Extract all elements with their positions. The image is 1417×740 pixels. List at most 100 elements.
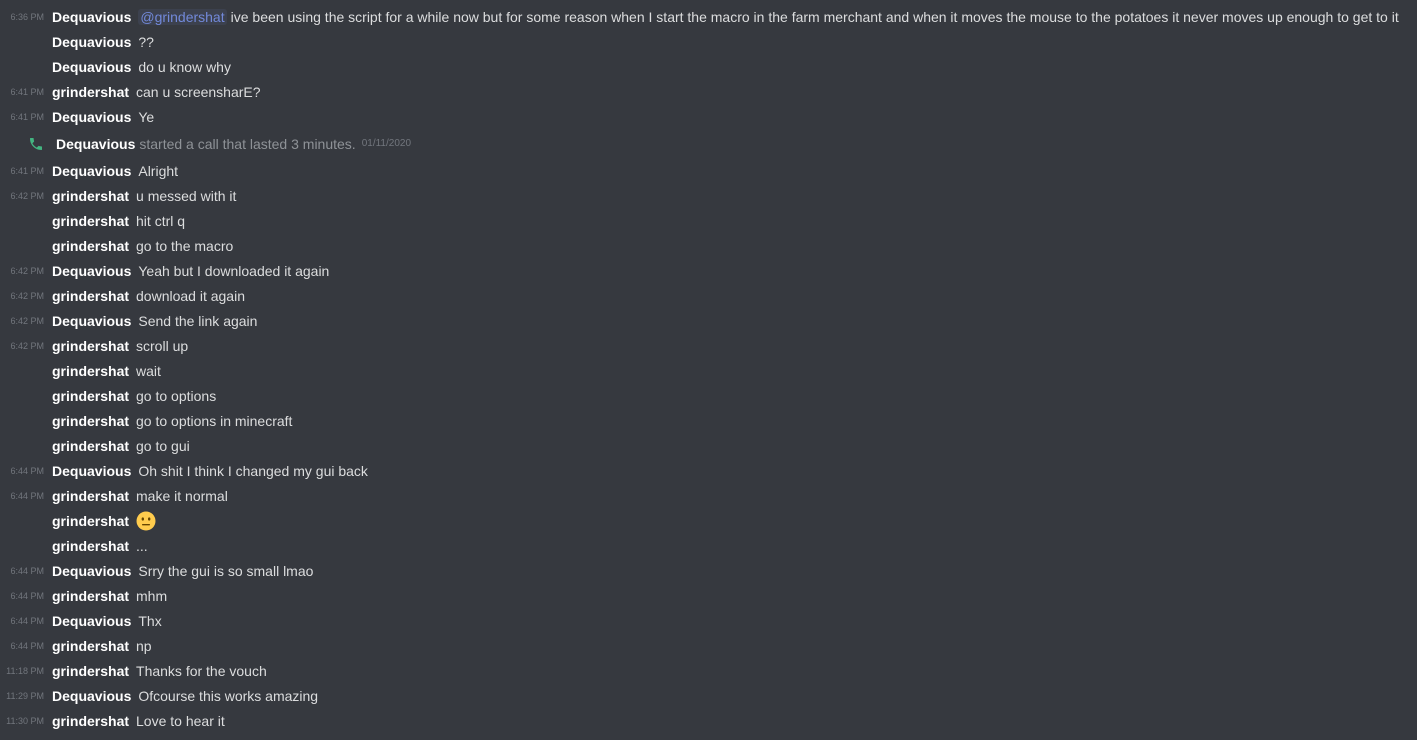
message-content: Ofcourse this works amazing xyxy=(138,687,319,704)
message-list: 6:36 PM Dequavious @grindershat ive been us… xyxy=(0,4,1417,733)
message-content: Love to hear it xyxy=(136,712,225,729)
message-row: grindershat go to the macro xyxy=(0,233,1417,258)
neutral-face-emoji-icon xyxy=(136,511,156,531)
message-author[interactable]: grindershat xyxy=(52,713,129,729)
message-timestamp: 6:44 PM xyxy=(10,490,44,501)
message-row: 11:18 PM grindershat Thanks for the vouch xyxy=(0,658,1417,683)
message-author[interactable]: Dequavious xyxy=(52,563,131,579)
message-content: Thanks for the vouch xyxy=(136,662,267,679)
message-row: 6:36 PM Dequavious @grindershat ive been us… xyxy=(0,4,1417,29)
message-author[interactable]: grindershat xyxy=(52,488,129,504)
message-author[interactable]: grindershat xyxy=(52,338,129,354)
message-timestamp: 6:44 PM xyxy=(10,615,44,626)
message-author[interactable]: grindershat xyxy=(52,413,129,429)
message-author[interactable]: Dequavious xyxy=(52,688,131,704)
message-content: go to options in minecraft xyxy=(136,412,293,429)
message-author[interactable]: grindershat xyxy=(52,388,129,404)
message-timestamp: 6:44 PM xyxy=(10,590,44,601)
message-timestamp: 6:42 PM xyxy=(10,340,44,351)
message-row: grindershat xyxy=(0,508,1417,533)
message-content: download it again xyxy=(136,287,245,304)
call-date: 01/11/2020 xyxy=(361,138,412,149)
message-author[interactable]: Dequavious xyxy=(52,109,131,125)
call-system-message: Dequavious started a call that lasted 3 m… xyxy=(0,129,1417,158)
message-author[interactable]: Dequavious xyxy=(52,34,131,50)
message-timestamp: 6:42 PM xyxy=(10,190,44,201)
message-content: Yeah but I downloaded it again xyxy=(138,262,330,279)
message-content: hit ctrl q xyxy=(136,212,186,229)
message-timestamp: 11:18 PM xyxy=(6,665,44,676)
message-timestamp: 6:42 PM xyxy=(10,315,44,326)
call-text: started a call that lasted 3 minutes. xyxy=(139,135,356,152)
message-author[interactable]: grindershat xyxy=(52,188,129,204)
message-row: grindershat go to gui xyxy=(0,433,1417,458)
message-row: grindershat... xyxy=(0,533,1417,558)
message-timestamp: 11:29 PM xyxy=(6,690,44,701)
message-author[interactable]: grindershat xyxy=(52,638,129,654)
message-timestamp: 6:44 PM xyxy=(10,465,44,476)
message-row: grindershat go to options xyxy=(0,383,1417,408)
message-content: u messed with it xyxy=(136,187,237,204)
message-timestamp: 6:41 PM xyxy=(10,86,44,97)
message-author[interactable]: Dequavious xyxy=(52,313,131,329)
message-timestamp: 6:41 PM xyxy=(10,111,44,122)
message-row: 6:41 PM Dequavious Ye xyxy=(0,104,1417,129)
message-content: go to gui xyxy=(136,437,190,454)
message-content: Oh shit I think I changed my gui back xyxy=(138,462,368,479)
message-row: 6:42 PM Dequavious Send the link again xyxy=(0,308,1417,333)
message-content: Send the link again xyxy=(138,312,258,329)
message-author[interactable]: Dequavious xyxy=(52,263,131,279)
message-content: can u screensharE? xyxy=(136,83,261,100)
message-row: 6:42 PM grindershat download it again xyxy=(0,283,1417,308)
message-author[interactable]: grindershat xyxy=(52,588,129,604)
message-row: 6:44 PM grindershat mhm xyxy=(0,583,1417,608)
message-content: wait xyxy=(136,362,161,379)
message-author[interactable]: grindershat xyxy=(52,238,129,254)
message-row: 6:42 PM grindershat scroll up xyxy=(0,333,1417,358)
message-timestamp: 6:42 PM xyxy=(10,290,44,301)
message-author[interactable]: Dequavious xyxy=(52,163,131,179)
message-row: 6:44 PM Dequavious Oh shit I think I chang… xyxy=(0,458,1417,483)
message-content: mhm xyxy=(136,587,168,604)
message-row: 6:44 PM grindershat make it normal xyxy=(0,483,1417,508)
message-content: go to options xyxy=(136,387,217,404)
message-timestamp: 6:44 PM xyxy=(10,640,44,651)
message-row: 6:42 PM Dequavious Yeah but I downloaded i… xyxy=(0,258,1417,283)
message-content: go to the macro xyxy=(136,237,234,254)
message-row: 6:44 PM Dequavious Thx xyxy=(0,608,1417,633)
message-author[interactable]: grindershat xyxy=(52,213,129,229)
message-content: scroll up xyxy=(136,337,189,354)
message-author[interactable]: Dequavious xyxy=(52,59,131,75)
message-row: 6:44 PM Dequavious Srry the gui is so smal… xyxy=(0,558,1417,583)
message-timestamp: 6:42 PM xyxy=(10,265,44,276)
message-content: Alright xyxy=(138,162,179,179)
message-content: ... xyxy=(136,537,148,554)
message-author[interactable]: grindershat xyxy=(52,84,129,100)
message-author[interactable]: grindershat xyxy=(52,538,129,554)
message-author[interactable]: Dequavious xyxy=(52,613,131,629)
message-author[interactable]: Dequavious xyxy=(52,463,131,479)
message-author[interactable]: grindershat xyxy=(52,663,129,679)
message-content: do u know why xyxy=(138,58,231,75)
message-content: Thx xyxy=(138,612,162,629)
message-row: 11:30 PM grindershat Love to hear it xyxy=(0,708,1417,733)
message-timestamp: 6:44 PM xyxy=(10,565,44,576)
message-author[interactable]: grindershat xyxy=(52,363,129,379)
message-row: 11:29 PM Dequavious Ofcourse this works am… xyxy=(0,683,1417,708)
message-row: 6:41 PM grindershat can u screensharE? xyxy=(0,79,1417,104)
message-row: Dequavious?? xyxy=(0,29,1417,54)
message-author[interactable]: grindershat xyxy=(52,438,129,454)
message-row: 6:44 PM grindershat np xyxy=(0,633,1417,658)
message-author[interactable]: grindershat xyxy=(52,288,129,304)
message-content: make it normal xyxy=(136,487,228,504)
phone-call-icon xyxy=(0,136,56,152)
message-author[interactable]: Dequavious xyxy=(56,136,135,152)
message-content: ?? xyxy=(138,33,154,50)
message-content: Ye xyxy=(138,108,155,125)
message-timestamp: 6:36 PM xyxy=(10,11,44,22)
user-mention[interactable]: @grindershat xyxy=(138,8,227,25)
message-author[interactable]: grindershat xyxy=(52,513,129,529)
message-row: Dequavious do u know why xyxy=(0,54,1417,79)
message-content: Srry the gui is so small lmao xyxy=(138,562,314,579)
message-author[interactable]: Dequavious xyxy=(52,9,131,25)
